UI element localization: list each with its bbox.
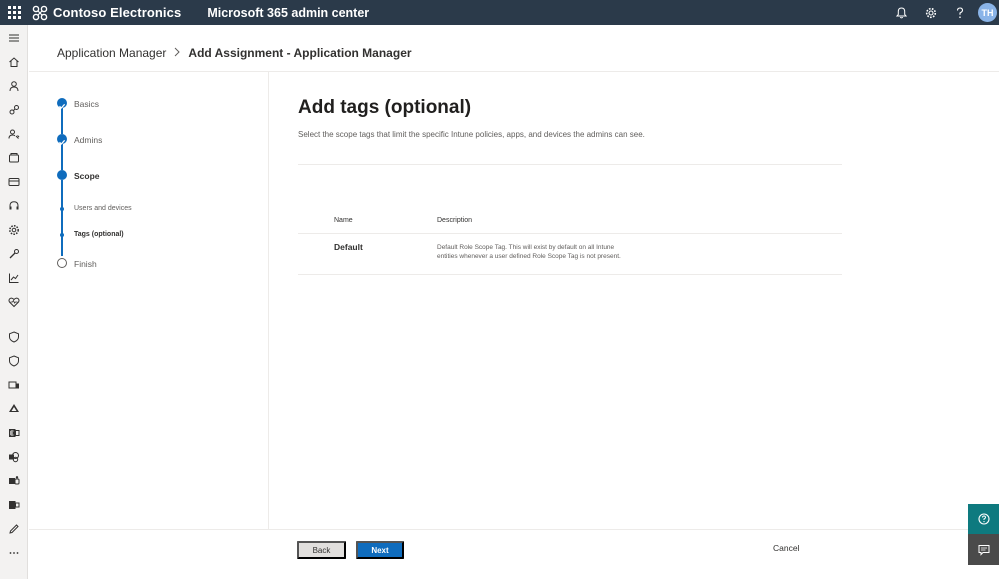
table-row-divider	[298, 274, 842, 275]
breadcrumb-parent-link[interactable]: Application Manager	[57, 46, 166, 60]
step-finish[interactable]: Finish	[74, 259, 97, 269]
back-button[interactable]: Back	[297, 541, 346, 559]
hamburger-menu-icon[interactable]	[7, 31, 21, 45]
brand-name: Contoso Electronics	[53, 5, 182, 20]
step-connector	[61, 144, 63, 170]
more-ellipsis-icon[interactable]	[7, 546, 21, 560]
security-shield-icon[interactable]	[7, 330, 21, 344]
breadcrumb-current: Add Assignment - Application Manager	[188, 46, 412, 60]
tag-description: Default Role Scope Tag. This will exist …	[437, 244, 621, 260]
step-basics-check-icon	[57, 98, 67, 109]
roles-icon[interactable]	[7, 127, 21, 141]
tag-name: Default	[334, 242, 363, 252]
step-connector	[61, 108, 63, 134]
column-header-name[interactable]: Name	[334, 217, 353, 224]
exchange-icon[interactable]	[7, 426, 21, 440]
table-header-divider	[298, 233, 842, 234]
compliance-shield-icon[interactable]	[7, 354, 21, 368]
help-question-icon[interactable]	[945, 0, 974, 25]
substep-users-and-devices[interactable]: Users and devices	[74, 205, 132, 212]
resources-icon[interactable]	[7, 151, 21, 165]
brand[interactable]: Contoso Electronics	[32, 5, 181, 21]
billing-icon[interactable]	[7, 175, 21, 189]
footer-divider	[29, 529, 968, 530]
feedback-button[interactable]	[968, 534, 999, 565]
step-admins-check-icon	[57, 134, 67, 145]
groups-icon[interactable]	[7, 103, 21, 117]
substep-dot	[60, 233, 64, 237]
sharepoint-icon[interactable]	[7, 450, 21, 464]
yammer-icon[interactable]	[7, 498, 21, 512]
notifications-bell-icon[interactable]	[887, 0, 916, 25]
setup-wrench-icon[interactable]	[7, 247, 21, 261]
user-avatar[interactable]: TH	[978, 3, 997, 22]
step-scope-indicator	[57, 170, 67, 180]
home-icon[interactable]	[7, 55, 21, 69]
feedback-chat-icon	[978, 544, 989, 556]
step-connector	[61, 180, 63, 256]
users-icon[interactable]	[7, 79, 21, 93]
endpoint-manager-icon[interactable]	[7, 378, 21, 392]
wizard-stepper: Basics Admins Scope Users and devices Ta…	[29, 72, 269, 529]
left-nav-rail	[0, 25, 28, 579]
top-right-actions: TH	[887, 0, 999, 25]
customize-pencil-icon[interactable]	[7, 522, 21, 536]
help-support-button[interactable]	[968, 504, 999, 534]
support-headset-icon[interactable]	[7, 199, 21, 213]
step-scope[interactable]: Scope	[74, 171, 100, 181]
chevron-right-icon	[173, 47, 181, 60]
next-button[interactable]: Next	[356, 541, 404, 559]
column-header-description[interactable]: Description	[437, 217, 472, 224]
app-title[interactable]: Microsoft 365 admin center	[207, 6, 369, 20]
step-finish-indicator	[57, 258, 67, 268]
settings-gear-icon[interactable]	[916, 0, 945, 25]
contoso-logo-icon	[32, 5, 48, 20]
azure-ad-icon[interactable]	[7, 402, 21, 416]
teams-icon[interactable]	[7, 474, 21, 488]
main-content: Add tags (optional) Select the scope tag…	[270, 72, 999, 529]
reports-icon[interactable]	[7, 271, 21, 285]
substep-dot	[60, 207, 64, 211]
section-divider	[298, 164, 842, 165]
page-title: Add tags (optional)	[298, 97, 472, 118]
page-description: Select the scope tags that limit the spe…	[298, 130, 645, 139]
help-circle-icon	[977, 513, 990, 525]
substep-tags-optional[interactable]: Tags (optional)	[74, 231, 124, 238]
app-launcher-icon[interactable]	[0, 0, 28, 25]
step-basics[interactable]: Basics	[74, 99, 99, 109]
top-bar: Contoso Electronics Microsoft 365 admin …	[0, 0, 999, 25]
cancel-button[interactable]: Cancel	[773, 543, 799, 553]
settings-icon[interactable]	[7, 223, 21, 237]
step-admins[interactable]: Admins	[74, 135, 102, 145]
health-heart-icon[interactable]	[7, 295, 21, 309]
breadcrumb: Application Manager Add Assignment - App…	[57, 45, 412, 61]
